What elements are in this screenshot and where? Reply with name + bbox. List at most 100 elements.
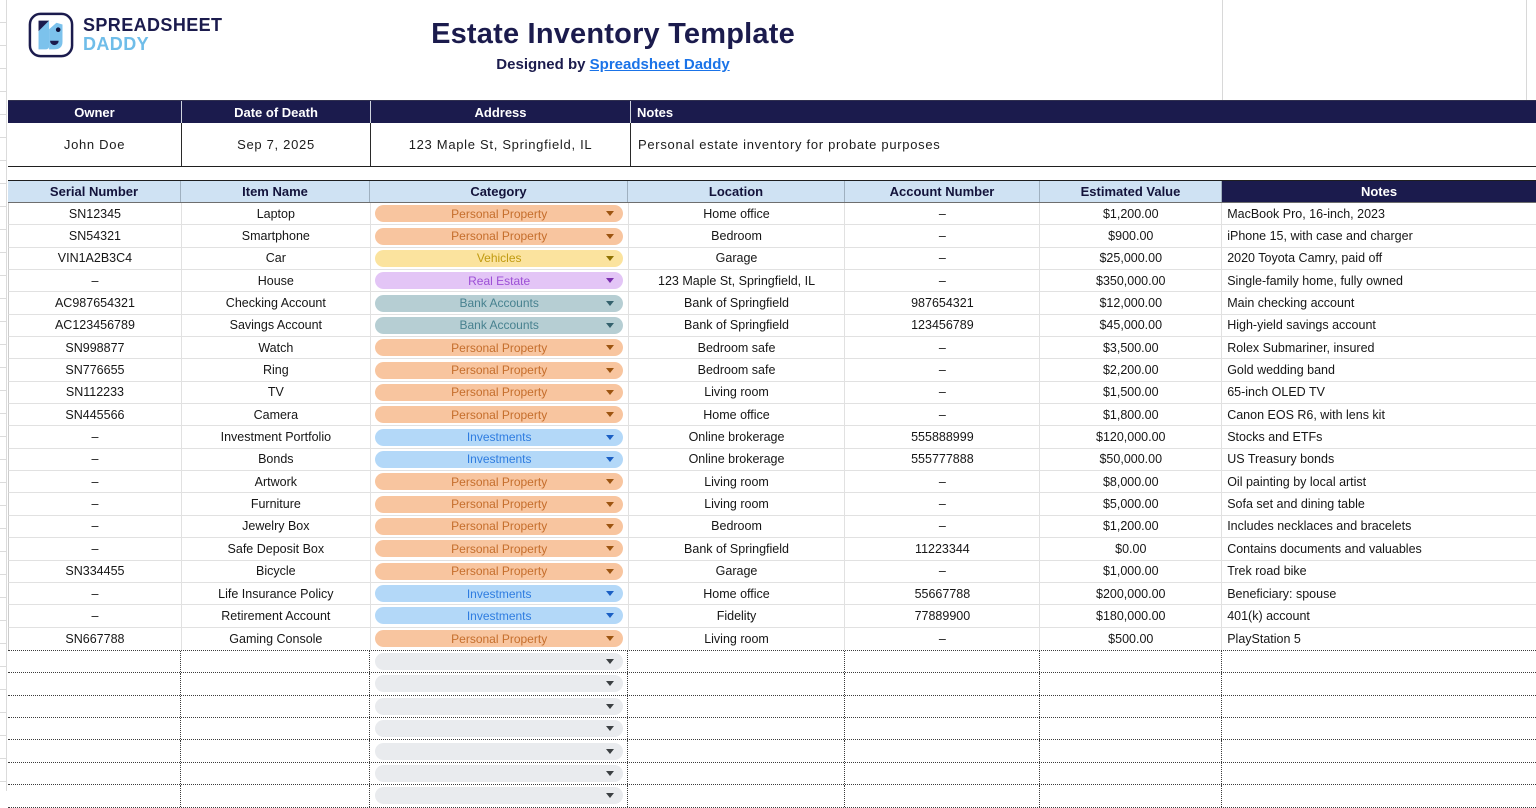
category-dropdown[interactable]: Investments xyxy=(375,429,623,446)
cell-notes[interactable]: 2020 Toyota Camry, paid off xyxy=(1222,248,1536,269)
cell-account-number[interactable]: 11223344 xyxy=(845,538,1040,559)
cell-estimated-value[interactable]: $1,200.00 xyxy=(1040,516,1222,537)
cell-account-number[interactable]: – xyxy=(845,270,1040,291)
empty-cell[interactable] xyxy=(1040,718,1222,739)
cell-account-number[interactable]: 555888999 xyxy=(845,426,1040,447)
empty-cell[interactable] xyxy=(370,718,628,739)
empty-cell[interactable] xyxy=(181,673,370,694)
cell-item-name[interactable]: Laptop xyxy=(182,203,371,224)
category-dropdown[interactable]: Personal Property xyxy=(375,228,623,245)
cell-location[interactable]: Online brokerage xyxy=(629,449,846,470)
cell-notes[interactable]: Oil painting by local artist xyxy=(1222,471,1536,492)
cell-account-number[interactable]: – xyxy=(845,225,1040,246)
cell-notes[interactable]: Stocks and ETFs xyxy=(1222,426,1536,447)
cell-location[interactable]: Bedroom xyxy=(629,516,846,537)
cell-account-number[interactable]: – xyxy=(845,471,1040,492)
cell-estimated-value[interactable]: $2,200.00 xyxy=(1040,359,1222,380)
cell-location[interactable]: Bank of Springfield xyxy=(629,292,846,313)
category-dropdown[interactable]: Personal Property xyxy=(375,205,623,222)
cell-serial-number[interactable]: SN776655 xyxy=(9,359,182,380)
empty-cell[interactable] xyxy=(181,696,370,717)
category-dropdown[interactable]: Personal Property xyxy=(375,473,623,490)
cell-notes[interactable]: Sofa set and dining table xyxy=(1222,493,1536,514)
empty-cell[interactable] xyxy=(370,785,628,806)
empty-cell[interactable] xyxy=(1222,740,1536,761)
empty-cell[interactable] xyxy=(1222,673,1536,694)
cell-location[interactable]: Living room xyxy=(629,471,846,492)
category-dropdown-empty[interactable] xyxy=(375,675,623,692)
cell-estimated-value[interactable]: $200,000.00 xyxy=(1040,583,1222,604)
category-dropdown[interactable]: Investments xyxy=(375,585,623,602)
cell-location[interactable]: Living room xyxy=(629,382,846,403)
cell-estimated-value[interactable]: $45,000.00 xyxy=(1040,315,1222,336)
cell-estimated-value[interactable]: $12,000.00 xyxy=(1040,292,1222,313)
cell-item-name[interactable]: Ring xyxy=(182,359,371,380)
cell-item-name[interactable]: Bicycle xyxy=(182,561,371,582)
empty-cell[interactable] xyxy=(370,673,628,694)
cell-serial-number[interactable]: SN12345 xyxy=(9,203,182,224)
cell-serial-number[interactable]: SN54321 xyxy=(9,225,182,246)
cell-serial-number[interactable]: SN998877 xyxy=(9,337,182,358)
cell-serial-number[interactable]: SN667788 xyxy=(9,628,182,650)
empty-cell[interactable] xyxy=(8,740,181,761)
cell-estimated-value[interactable]: $500.00 xyxy=(1040,628,1222,650)
cell-notes[interactable]: MacBook Pro, 16-inch, 2023 xyxy=(1222,203,1536,224)
empty-cell[interactable] xyxy=(1040,740,1222,761)
category-dropdown[interactable]: Personal Property xyxy=(375,563,623,580)
empty-cell[interactable] xyxy=(8,673,181,694)
cell-notes[interactable]: 401(k) account xyxy=(1222,605,1536,626)
cell-location[interactable]: Bedroom safe xyxy=(629,337,846,358)
category-dropdown[interactable]: Bank Accounts xyxy=(375,317,623,334)
cell-serial-number[interactable]: VIN1A2B3C4 xyxy=(9,248,182,269)
empty-cell[interactable] xyxy=(1040,651,1222,672)
cell-serial-number[interactable]: – xyxy=(9,493,182,514)
empty-cell[interactable] xyxy=(181,740,370,761)
category-dropdown[interactable]: Personal Property xyxy=(375,630,623,647)
category-dropdown[interactable]: Personal Property xyxy=(375,540,623,557)
spreadsheet-daddy-link[interactable]: Spreadsheet Daddy xyxy=(590,56,730,73)
cell-serial-number[interactable]: – xyxy=(9,538,182,559)
category-dropdown[interactable]: Personal Property xyxy=(375,362,623,379)
cell-estimated-value[interactable]: $1,500.00 xyxy=(1040,382,1222,403)
category-dropdown[interactable]: Bank Accounts xyxy=(375,295,623,312)
cell-notes[interactable]: US Treasury bonds xyxy=(1222,449,1536,470)
empty-cell[interactable] xyxy=(1222,651,1536,672)
cell-item-name[interactable]: Furniture xyxy=(182,493,371,514)
empty-cell[interactable] xyxy=(845,740,1040,761)
empty-cell[interactable] xyxy=(845,763,1040,784)
empty-cell[interactable] xyxy=(628,696,845,717)
cell-notes[interactable]: Trek road bike xyxy=(1222,561,1536,582)
cell-account-number[interactable]: – xyxy=(845,337,1040,358)
category-dropdown-empty[interactable] xyxy=(375,787,623,804)
cell-location[interactable]: Bank of Springfield xyxy=(629,538,846,559)
cell-item-name[interactable]: Retirement Account xyxy=(182,605,371,626)
category-dropdown[interactable]: Personal Property xyxy=(375,406,623,423)
cell-location[interactable]: Fidelity xyxy=(629,605,846,626)
cell-location[interactable]: Home office xyxy=(629,404,846,425)
cell-account-number[interactable]: 555777888 xyxy=(845,449,1040,470)
cell-notes[interactable]: 65-inch OLED TV xyxy=(1222,382,1536,403)
cell-notes[interactable]: Includes necklaces and bracelets xyxy=(1222,516,1536,537)
cell-estimated-value[interactable]: $120,000.00 xyxy=(1040,426,1222,447)
cell-notes[interactable]: PlayStation 5 xyxy=(1222,628,1536,650)
cell-notes[interactable]: High-yield savings account xyxy=(1222,315,1536,336)
cell-notes[interactable]: Beneficiary: spouse xyxy=(1222,583,1536,604)
category-dropdown-empty[interactable] xyxy=(375,698,623,715)
cell-notes[interactable]: Canon EOS R6, with lens kit xyxy=(1222,404,1536,425)
cell-account-number[interactable]: – xyxy=(845,404,1040,425)
cell-account-number[interactable]: – xyxy=(845,493,1040,514)
cell-serial-number[interactable]: – xyxy=(9,605,182,626)
cell-account-number[interactable]: 123456789 xyxy=(845,315,1040,336)
empty-cell[interactable] xyxy=(845,785,1040,806)
date-of-death-cell[interactable]: Sep 7, 2025 xyxy=(181,123,370,166)
cell-location[interactable]: Living room xyxy=(629,628,846,650)
category-dropdown-empty[interactable] xyxy=(375,720,623,737)
empty-cell[interactable] xyxy=(1222,763,1536,784)
cell-item-name[interactable]: Watch xyxy=(182,337,371,358)
cell-estimated-value[interactable]: $1,200.00 xyxy=(1040,203,1222,224)
cell-serial-number[interactable]: AC123456789 xyxy=(9,315,182,336)
empty-cell[interactable] xyxy=(845,673,1040,694)
cell-serial-number[interactable]: – xyxy=(9,583,182,604)
cell-location[interactable]: 123 Maple St, Springfield, IL xyxy=(629,270,846,291)
cell-account-number[interactable]: – xyxy=(845,359,1040,380)
